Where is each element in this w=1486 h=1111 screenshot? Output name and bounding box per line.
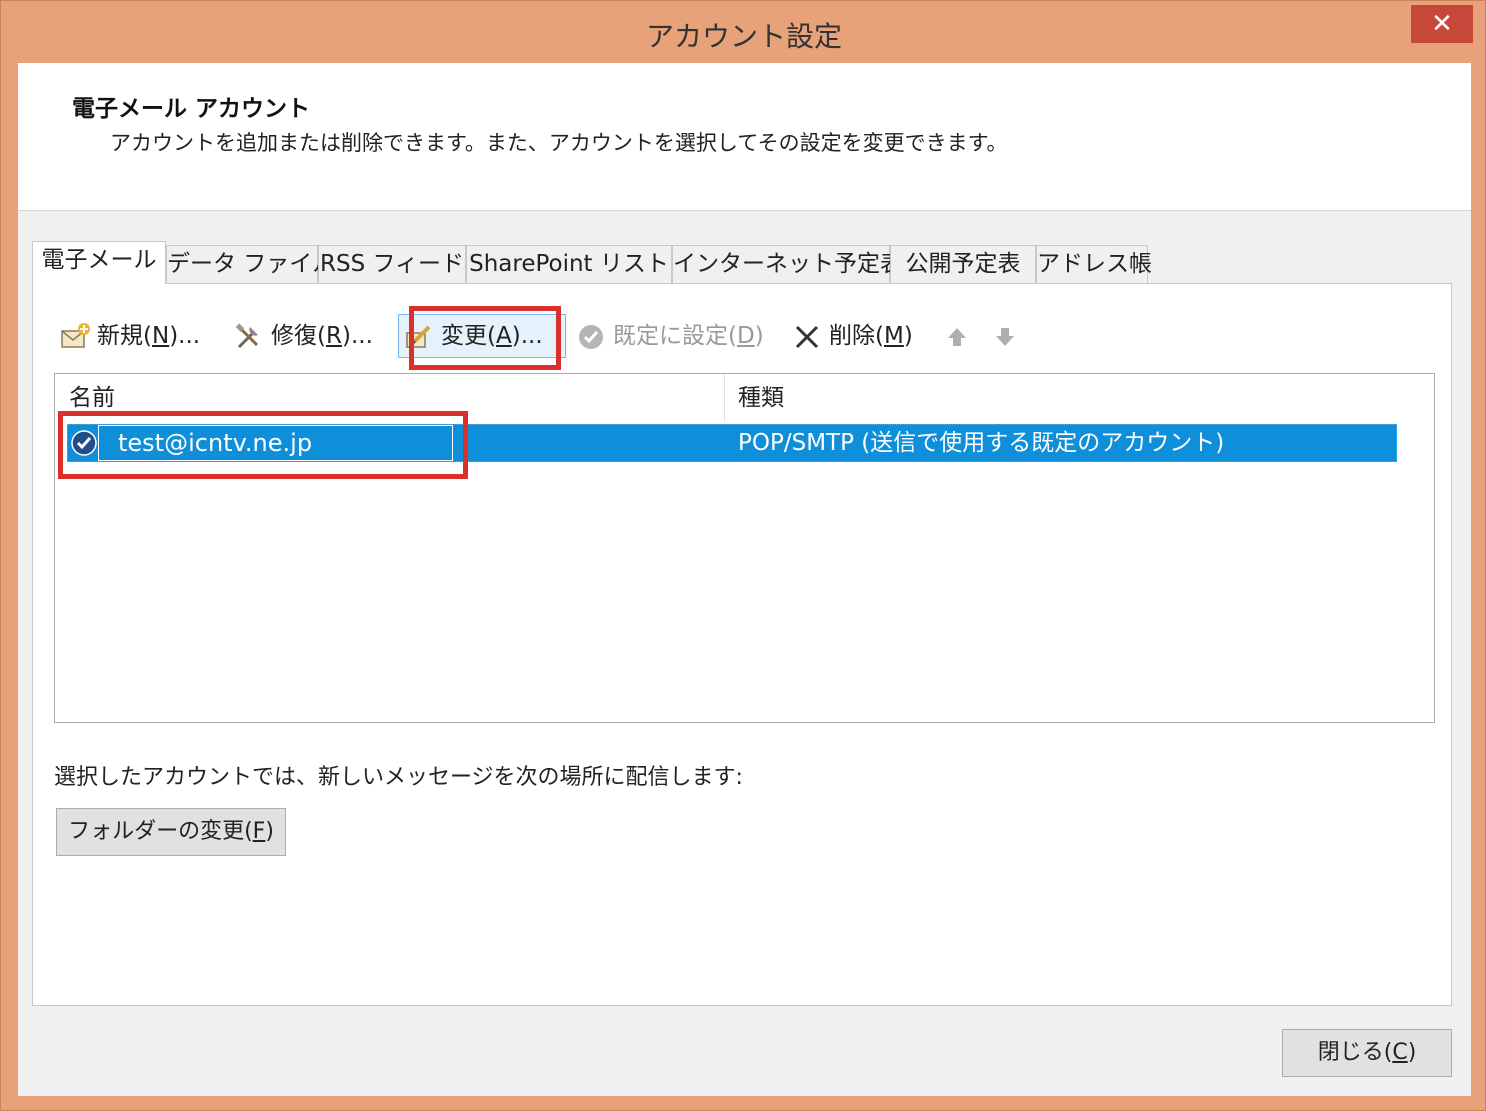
delete-account-button[interactable]: 削除(M) bbox=[791, 318, 913, 354]
set-default-label-suffix: ) bbox=[754, 323, 764, 349]
close-label-suffix: ) bbox=[1407, 1040, 1417, 1065]
close-window-button[interactable]: ✕ bbox=[1411, 5, 1473, 43]
tab-internet-calendars[interactable]: インターネット予定表 bbox=[672, 245, 903, 283]
delete-label-suffix: ) bbox=[903, 323, 913, 349]
header-title: 電子メール アカウント bbox=[72, 96, 311, 122]
move-up-button[interactable] bbox=[941, 318, 979, 354]
delivery-location-label: 選択したアカウントでは、新しいメッセージを次の場所に配信します: bbox=[54, 765, 743, 790]
tab-published-calendars[interactable]: 公開予定表 bbox=[890, 245, 1036, 283]
close-label-key: C bbox=[1392, 1040, 1408, 1065]
repair-tools-icon bbox=[235, 322, 259, 348]
set-default-button[interactable]: 既定に設定(D) bbox=[575, 318, 764, 354]
checkmark-circle-icon bbox=[579, 324, 603, 349]
dialog-body: 電子メール アカウント アカウントを追加または削除できます。また、アカウントを選… bbox=[18, 63, 1471, 1096]
change-folder-button[interactable]: フォルダーの変更(F) bbox=[56, 808, 286, 856]
delete-label-prefix: 削除( bbox=[829, 323, 884, 349]
column-divider[interactable] bbox=[724, 374, 725, 422]
set-default-label-key: D bbox=[736, 323, 755, 349]
column-header-type[interactable]: 種類 bbox=[738, 374, 784, 422]
dialog-window: アカウント設定 ✕ 電子メール アカウント アカウントを追加または削除できます。… bbox=[0, 0, 1486, 1111]
window-title: アカウント設定 bbox=[645, 20, 842, 53]
close-button[interactable]: 閉じる(C) bbox=[1282, 1029, 1452, 1077]
new-label-prefix: 新規( bbox=[97, 323, 152, 349]
arrow-down-icon bbox=[996, 327, 1014, 346]
close-label-prefix: 閉じる( bbox=[1317, 1040, 1393, 1065]
change-button-highlight-box bbox=[409, 306, 561, 370]
email-tab-panel: 新規(N)... 修復(R)... 変更(A)... 既定に設定(D) 削除(M… bbox=[32, 283, 1452, 1006]
header-area: 電子メール アカウント アカウントを追加または削除できます。また、アカウントを選… bbox=[18, 63, 1471, 211]
account-type: POP/SMTP (送信で使用する既定のアカウント) bbox=[738, 430, 1225, 456]
account-list[interactable]: 名前 種類 test@icntv.ne.jp POP/SMTP (送信で使用する… bbox=[54, 373, 1435, 723]
tab-email[interactable]: 電子メール bbox=[32, 241, 166, 284]
new-label-suffix: )... bbox=[169, 323, 201, 349]
repair-account-button[interactable]: 修復(R)... bbox=[233, 318, 373, 354]
change-folder-label-suffix: ) bbox=[265, 819, 274, 844]
tab-data-files[interactable]: データ ファイル bbox=[166, 245, 335, 283]
change-folder-label-prefix: フォルダーの変更( bbox=[68, 819, 253, 844]
delete-x-icon bbox=[795, 325, 819, 348]
repair-label-suffix: )... bbox=[341, 323, 373, 349]
change-folder-label-key: F bbox=[252, 819, 266, 844]
title-bar[interactable]: アカウント設定 ✕ bbox=[1, 1, 1486, 63]
move-down-button[interactable] bbox=[989, 318, 1027, 354]
tab-rss-feeds[interactable]: RSS フィード bbox=[318, 245, 466, 283]
repair-label-key: R bbox=[325, 323, 342, 349]
account-name-highlight-box bbox=[58, 411, 468, 479]
delete-label-key: M bbox=[883, 323, 904, 349]
tab-address-books[interactable]: アドレス帳 bbox=[1036, 245, 1152, 283]
new-account-button[interactable]: 新規(N)... bbox=[59, 318, 200, 354]
set-default-label-prefix: 既定に設定( bbox=[613, 323, 737, 349]
arrow-up-icon bbox=[948, 327, 966, 346]
repair-label-prefix: 修復( bbox=[271, 323, 326, 349]
header-description: アカウントを追加または削除できます。また、アカウントを選択してその設定を変更でき… bbox=[110, 131, 1008, 155]
account-toolbar: 新規(N)... 修復(R)... 変更(A)... 既定に設定(D) 削除(M… bbox=[33, 306, 1433, 370]
new-email-icon bbox=[61, 322, 90, 348]
tab-sharepoint-lists[interactable]: SharePoint リスト bbox=[466, 245, 672, 283]
new-label-key: N bbox=[151, 323, 170, 349]
